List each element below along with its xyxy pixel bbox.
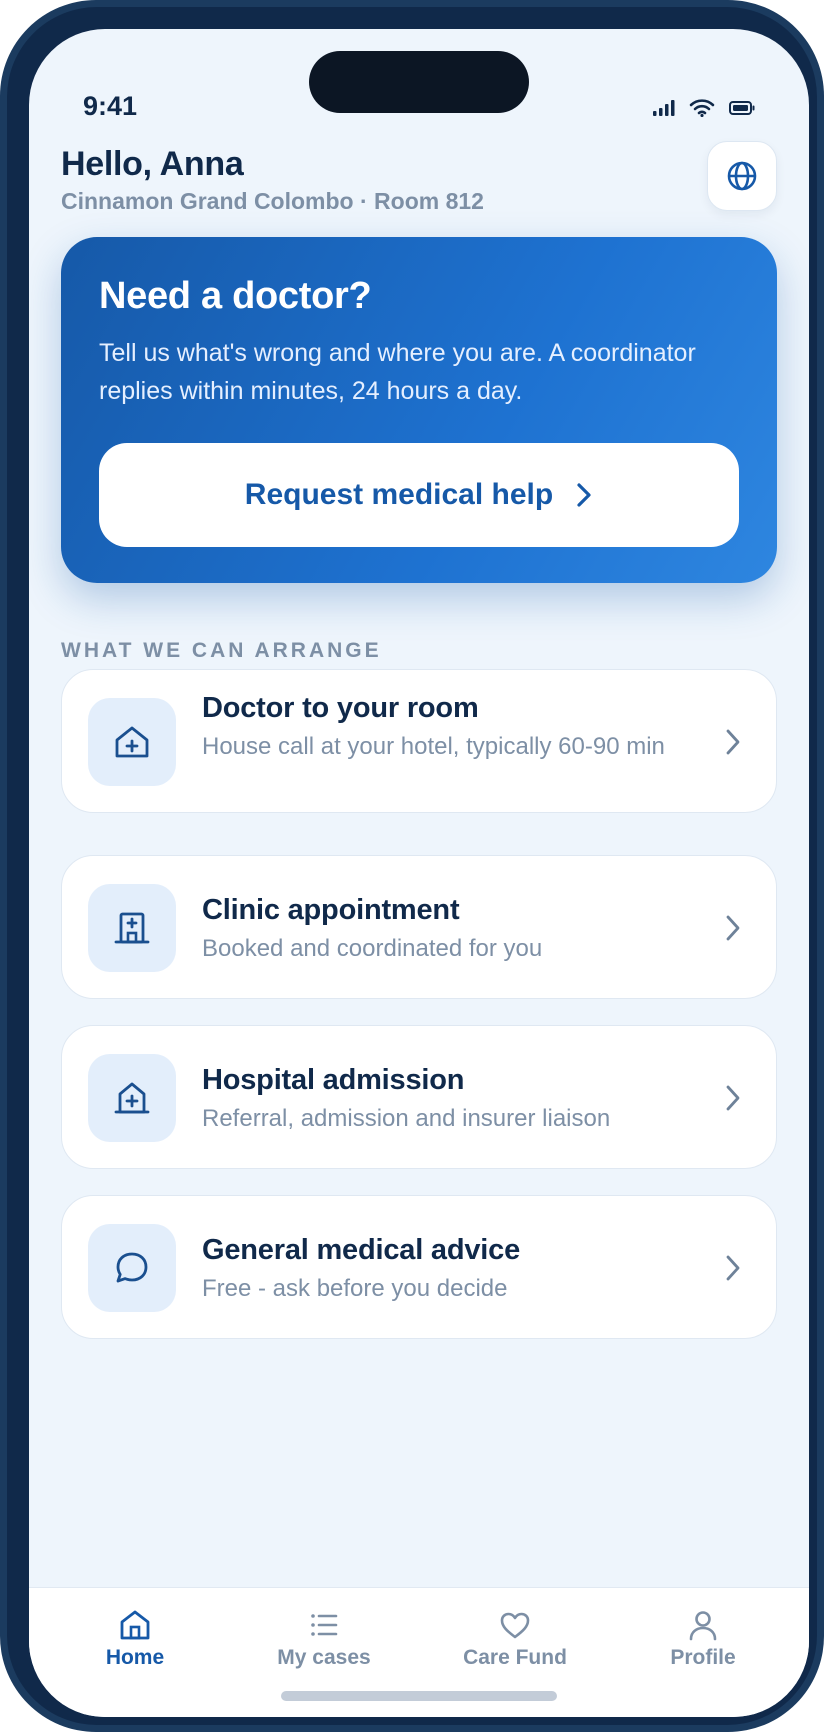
wifi-icon (689, 99, 715, 117)
tab-care-fund[interactable]: Care Fund (435, 1608, 595, 1670)
service-card-doctor-to-room[interactable]: Doctor to your room House call at your h… (61, 669, 777, 813)
tab-label: Care Fund (463, 1646, 567, 1669)
house-plus-icon (115, 726, 149, 758)
greeting-title: Hello, Anna (61, 145, 244, 183)
list-icon (311, 1614, 338, 1636)
service-icon-tile (88, 884, 176, 972)
service-icon-tile (88, 1054, 176, 1142)
service-text: Clinic appointment Booked and coordinate… (202, 894, 686, 965)
clinic-building-icon (114, 912, 150, 944)
hero-title: Need a doctor? (99, 275, 372, 317)
tab-home[interactable]: Home (55, 1608, 215, 1670)
chevron-right-icon (726, 1255, 740, 1281)
request-medical-help-label: Request medical help (244, 478, 554, 511)
tab-label: Profile (670, 1646, 736, 1669)
hotel-room-label: Cinnamon Grand Colombo · Room 812 (61, 188, 484, 214)
service-card-general-advice[interactable]: General medical advice Free - ask before… (61, 1195, 777, 1339)
service-card-hospital-admission[interactable]: Hospital admission Referral, admission a… (61, 1025, 777, 1169)
tab-label: Home (105, 1646, 165, 1669)
service-title: Clinic appointment (202, 894, 460, 926)
globe-icon (727, 161, 757, 191)
service-card-clinic-appointment[interactable]: Clinic appointment Booked and coordinate… (61, 855, 777, 999)
chevron-right-icon (726, 729, 740, 755)
greeting-block: Hello, Anna Cinnamon Grand Colombo · Roo… (61, 145, 484, 215)
device-frame: 9:41 Hello, Anna Cinnamon Grand Colombo … (0, 0, 824, 1732)
chevron-right-icon (726, 1085, 740, 1111)
service-text: General medical advice Free - ask before… (202, 1234, 686, 1305)
tab-label: My cases (277, 1646, 371, 1669)
service-title: General medical advice (202, 1234, 520, 1266)
service-icon-tile (88, 698, 176, 786)
tab-my-cases[interactable]: My cases (244, 1608, 404, 1670)
hero-description: Tell us what's wrong and where you are. … (99, 339, 696, 405)
battery-icon (729, 101, 755, 115)
service-description: House call at your hotel, typically 60-9… (202, 733, 665, 760)
chevron-right-icon (577, 483, 591, 507)
dynamic-island (309, 51, 529, 113)
service-text: Doctor to your room House call at your h… (202, 692, 686, 763)
language-button[interactable] (707, 141, 777, 211)
hospital-icon (114, 1082, 150, 1114)
cellular-signal-icon (653, 100, 675, 116)
chevron-right-icon (726, 915, 740, 941)
service-description: Booked and coordinated for you (202, 935, 543, 962)
service-description: Free - ask before you decide (202, 1275, 508, 1302)
chat-bubble-icon (116, 1252, 148, 1283)
heart-icon (500, 1612, 530, 1639)
device-bezel: 9:41 Hello, Anna Cinnamon Grand Colombo … (7, 7, 817, 1725)
service-title: Hospital admission (202, 1064, 465, 1096)
service-icon-tile (88, 1224, 176, 1312)
need-doctor-card: Need a doctor? Tell us what's wrong and … (61, 237, 777, 583)
home-indicator (281, 1691, 557, 1701)
app-screen: 9:41 Hello, Anna Cinnamon Grand Colombo … (29, 29, 809, 1717)
service-description: Referral, admission and insurer liaison (202, 1105, 611, 1132)
request-medical-help-button[interactable]: Request medical help (99, 443, 739, 547)
person-icon (689, 1611, 717, 1641)
service-text: Hospital admission Referral, admission a… (202, 1064, 686, 1135)
service-title: Doctor to your room (202, 692, 479, 724)
status-time: 9:41 (83, 91, 138, 121)
section-title: WHAT WE CAN ARRANGE (61, 639, 382, 662)
status-icons (653, 99, 755, 117)
home-icon (120, 1610, 150, 1640)
tab-profile[interactable]: Profile (623, 1608, 783, 1670)
